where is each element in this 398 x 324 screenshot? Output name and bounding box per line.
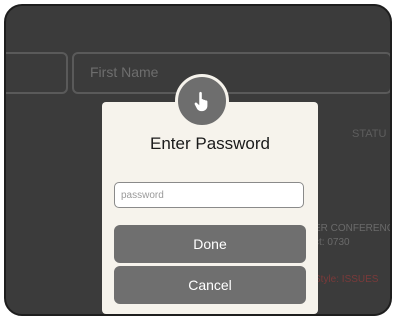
- dialog-title: Enter Password: [150, 134, 270, 153]
- cancel-button[interactable]: Cancel: [114, 266, 306, 304]
- bg-input-left: [6, 52, 68, 94]
- bg-first-name-field: First Name: [72, 52, 390, 94]
- bg-style-text: Style: ISSUES: [314, 274, 379, 285]
- password-input[interactable]: [114, 182, 304, 208]
- pointing-hand-icon: [175, 74, 229, 128]
- done-button[interactable]: Done: [114, 225, 306, 263]
- bg-conference-text: ER CONFERENC: [314, 223, 392, 234]
- app-frame: First Name STATU ER CONFERENC ct: 0730 S…: [4, 4, 392, 316]
- bg-acct-text: ct: 0730: [314, 237, 350, 248]
- pointing-hand-icon-graphic: [194, 91, 208, 112]
- bg-first-name-label: First Name: [90, 64, 159, 80]
- bg-status-label: STATU: [352, 128, 387, 140]
- password-dialog: Enter Password Done Cancel: [102, 102, 318, 314]
